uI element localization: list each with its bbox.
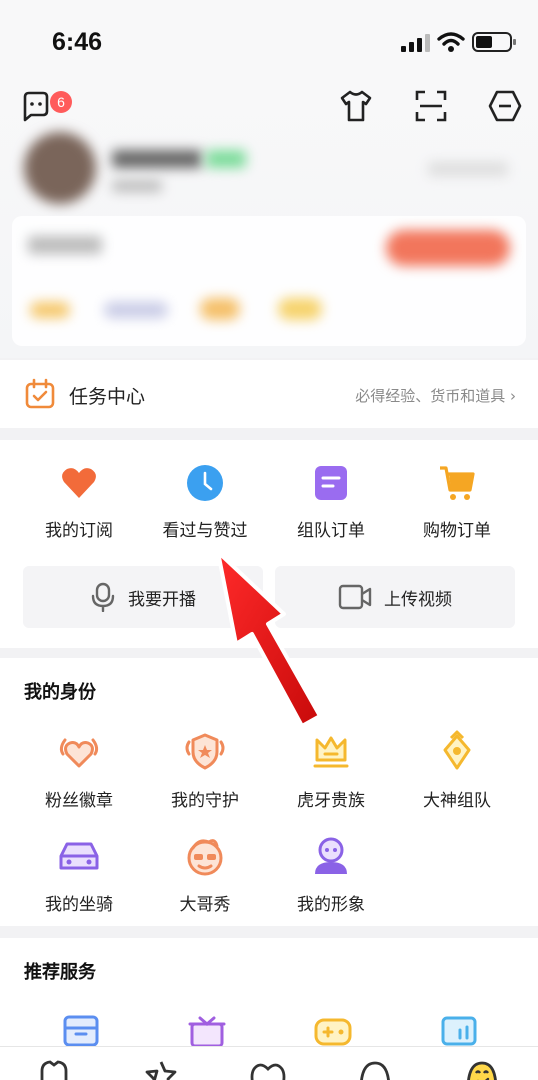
star-tab-icon[interactable] <box>143 1059 179 1080</box>
feature-grid: 我的订阅 看过与赞过 组队订单 购物订单 我要开播 上传视频 <box>0 440 538 648</box>
microphone-icon <box>91 582 115 612</box>
settings-button[interactable] <box>485 86 525 126</box>
nobility-label: 虎牙贵族 <box>297 791 365 811</box>
currency-item <box>278 298 322 320</box>
history-likes-item[interactable]: 看过与赞过 <box>138 464 272 541</box>
upload-video-label: 上传视频 <box>384 589 452 610</box>
task-center-hint: 必得经验、货币和道具 › <box>355 387 516 405</box>
fan-badge-item[interactable]: 粉丝徽章 <box>12 730 146 811</box>
currency-item <box>30 302 70 318</box>
wifi-icon <box>437 32 465 52</box>
fan-badge-icon <box>59 738 99 768</box>
crown-icon <box>313 736 349 768</box>
scan-icon <box>415 90 447 122</box>
message-badge: 6 <box>50 91 72 113</box>
my-image-item[interactable]: 我的形象 <box>264 834 398 915</box>
mount-label: 我的坐骑 <box>45 895 113 915</box>
start-broadcast-button[interactable]: 我要开播 <box>23 566 263 628</box>
subscriptions-item[interactable]: 我的订阅 <box>12 464 146 541</box>
master-team-label: 大神组队 <box>423 791 491 811</box>
status-bar: 6:46 <box>0 0 538 80</box>
video-camera-icon <box>338 584 372 610</box>
start-broadcast-label: 我要开播 <box>128 589 196 610</box>
big-brother-show-item[interactable]: 大哥秀 <box>138 834 272 915</box>
nobility-item[interactable]: 虎牙贵族 <box>264 730 398 811</box>
avatar-icon <box>315 837 347 874</box>
team-orders-label: 组队订单 <box>297 521 365 541</box>
team-orders-item[interactable]: 组队订单 <box>264 464 398 541</box>
order-icon <box>315 466 347 500</box>
recommend-title: 推荐服务 <box>24 962 96 983</box>
box-icon[interactable] <box>62 1014 100 1048</box>
wallet-text-placeholder <box>28 236 102 254</box>
face-icon <box>187 839 223 876</box>
bottom-tab-bar <box>0 1046 538 1080</box>
cart-icon <box>440 466 475 500</box>
scan-button[interactable] <box>411 86 451 126</box>
outfit-button[interactable] <box>336 86 376 126</box>
fan-badge-label: 粉丝徽章 <box>45 791 113 811</box>
guard-label: 我的守护 <box>171 791 239 811</box>
shopping-orders-item[interactable]: 购物订单 <box>390 464 524 541</box>
clock-icon <box>187 465 223 501</box>
recharge-button[interactable] <box>386 230 510 266</box>
big-brother-show-label: 大哥秀 <box>179 895 231 915</box>
message-icon <box>23 91 49 122</box>
upload-video-button[interactable]: 上传视频 <box>275 566 515 628</box>
subscriptions-label: 我的订阅 <box>45 521 113 541</box>
level-badge <box>206 150 246 168</box>
history-likes-label: 看过与赞过 <box>162 521 248 541</box>
mount-item[interactable]: 我的坐骑 <box>12 834 146 915</box>
circle-tab-icon[interactable] <box>357 1059 393 1080</box>
guard-icon <box>185 733 225 770</box>
me-tab-icon[interactable] <box>464 1059 500 1080</box>
message-button[interactable]: 6 <box>16 86 72 126</box>
status-time: 6:46 <box>52 28 103 56</box>
identity-title: 我的身份 <box>24 682 96 703</box>
battery-icon <box>472 32 516 52</box>
gamepad-icon[interactable] <box>314 1014 352 1048</box>
currency-item <box>200 298 240 320</box>
identity-section: 我的身份 粉丝徽章 我的守护 虎牙贵族 大神组队 我的坐骑 大哥秀 我的形象 <box>0 658 538 926</box>
my-image-label: 我的形象 <box>297 895 365 915</box>
team-icon <box>443 730 471 770</box>
user-id-placeholder <box>112 180 162 192</box>
username-placeholder <box>112 150 202 168</box>
task-center-title: 任务中心 <box>69 386 146 408</box>
heart-tab-icon[interactable] <box>250 1059 286 1080</box>
settings-icon <box>488 90 522 122</box>
calendar-check-icon <box>25 378 55 409</box>
cellular-signal-icon <box>401 34 431 52</box>
avatar[interactable] <box>24 132 96 204</box>
car-icon <box>59 842 99 870</box>
guard-item[interactable]: 我的守护 <box>138 730 272 811</box>
master-team-item[interactable]: 大神组队 <box>390 730 524 811</box>
shirt-icon <box>340 90 372 122</box>
currency-item <box>104 302 168 318</box>
screen-icon[interactable] <box>440 1014 478 1048</box>
heart-icon <box>62 468 96 498</box>
shopping-orders-label: 购物订单 <box>423 521 491 541</box>
gift-icon[interactable] <box>188 1014 226 1048</box>
profile-header: 6 <box>0 80 538 358</box>
home-tab-icon[interactable] <box>36 1059 72 1080</box>
profile-link-placeholder <box>428 162 508 176</box>
task-center-row[interactable]: 任务中心 必得经验、货币和道具 › <box>0 360 538 428</box>
